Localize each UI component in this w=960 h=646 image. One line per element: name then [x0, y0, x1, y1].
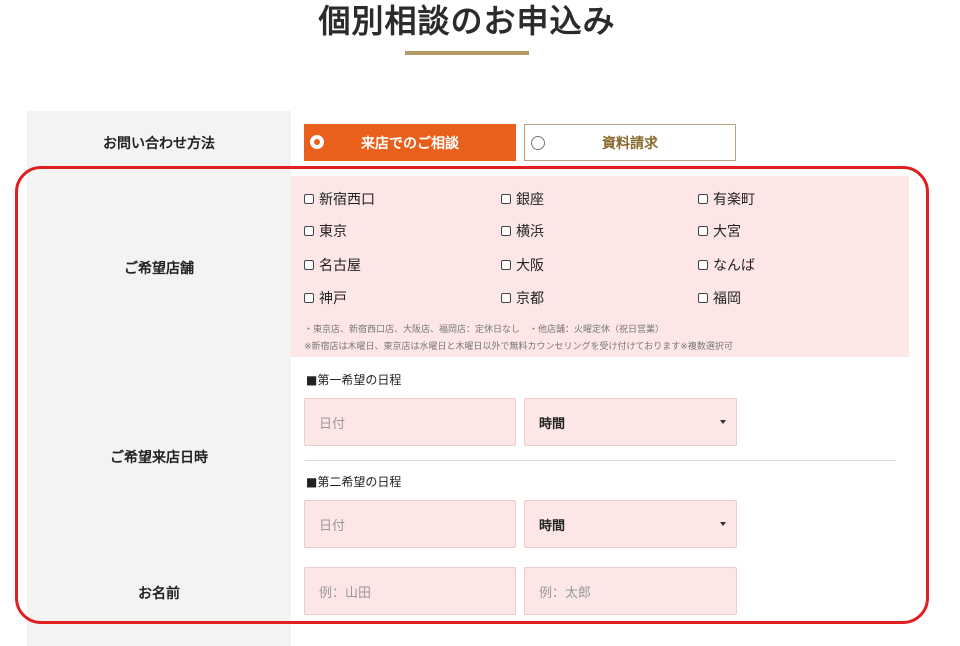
first-choice-time-select[interactable]: 時間 — [524, 398, 737, 446]
radio-unselected-icon — [531, 136, 545, 150]
second-choice-time-value: 時間 — [539, 518, 566, 534]
store-option-label: 有楽町 — [713, 192, 755, 208]
store-option-kobe[interactable]: 神戸 — [304, 288, 347, 308]
checkbox-icon — [698, 260, 708, 270]
radio-selected-icon — [310, 135, 324, 149]
store-option-osaka[interactable]: 大阪 — [501, 255, 544, 275]
request-documents-label: 資料請求 — [602, 135, 658, 152]
store-option-label: 神戸 — [319, 291, 347, 307]
checkbox-icon — [501, 293, 511, 303]
store-option-label: 横浜 — [516, 224, 544, 240]
store-option-fukuoka[interactable]: 福岡 — [698, 288, 741, 308]
checkbox-icon — [698, 293, 708, 303]
store-label: ご希望店舗 — [124, 261, 194, 277]
last-name-input[interactable]: 例：山田 — [304, 567, 516, 615]
visit-consultation-label: 来店でのご相談 — [361, 135, 459, 152]
counseling-note: ※新宿店は木曜日、東京店は水曜日と木曜日以外で無料カウンセリングを受け付けており… — [304, 342, 733, 352]
checkbox-icon — [501, 226, 511, 236]
store-option-nagoya[interactable]: 名古屋 — [304, 255, 361, 275]
dropdown-caret-icon — [720, 522, 726, 526]
datetime-divider — [305, 460, 896, 461]
second-choice-time-select[interactable]: 時間 — [524, 500, 737, 548]
first-choice-time-value: 時間 — [539, 416, 566, 432]
store-option-shinjuku-nishiguchi[interactable]: 新宿西口 — [304, 189, 375, 209]
first-choice-heading: ■第一希望の日程 — [306, 373, 402, 387]
visit-datetime-label: ご希望来店日時 — [110, 450, 208, 466]
title-underline — [405, 51, 529, 55]
store-option-kyoto[interactable]: 京都 — [501, 288, 544, 308]
page-title: 個別相談のお申込み — [318, 2, 616, 40]
checkbox-icon — [304, 260, 314, 270]
checkbox-icon — [698, 194, 708, 204]
store-option-namba[interactable]: なんば — [698, 255, 755, 275]
store-option-yurakucho[interactable]: 有楽町 — [698, 189, 755, 209]
contact-method-label: お問い合わせ方法 — [103, 136, 215, 152]
store-option-label: 東京 — [319, 224, 347, 240]
second-choice-date-input[interactable]: 日付 — [304, 500, 516, 548]
name-label: お名前 — [138, 586, 180, 602]
store-option-omiya[interactable]: 大宮 — [698, 221, 741, 241]
store-option-yokohama[interactable]: 横浜 — [501, 221, 544, 241]
checkbox-icon — [304, 194, 314, 204]
store-option-label: 福岡 — [713, 291, 741, 307]
store-option-ginza[interactable]: 銀座 — [501, 189, 544, 209]
second-choice-heading: ■第二希望の日程 — [306, 475, 402, 489]
store-option-label: 京都 — [516, 291, 544, 307]
store-option-label: 大宮 — [713, 224, 741, 240]
store-option-label: なんば — [713, 258, 755, 274]
request-documents-option[interactable]: 資料請求 — [524, 124, 736, 161]
checkbox-icon — [304, 293, 314, 303]
store-option-label: 銀座 — [516, 192, 544, 208]
store-option-label: 名古屋 — [319, 258, 361, 274]
store-option-tokyo[interactable]: 東京 — [304, 221, 347, 241]
first-choice-date-input[interactable]: 日付 — [304, 398, 516, 446]
checkbox-icon — [501, 260, 511, 270]
dropdown-caret-icon — [720, 420, 726, 424]
checkbox-icon — [304, 226, 314, 236]
first-name-input[interactable]: 例：太郎 — [524, 567, 737, 615]
label-column — [27, 111, 291, 646]
store-hours-note: ・東京店、新宿西口店、大阪店、福岡店：定休日なし ・他店舗：火曜定休（祝日営業） — [304, 325, 665, 335]
checkbox-icon — [501, 194, 511, 204]
store-option-label: 新宿西口 — [319, 192, 375, 208]
checkbox-icon — [698, 226, 708, 236]
visit-consultation-option[interactable]: 来店でのご相談 — [304, 124, 516, 161]
store-option-label: 大阪 — [516, 258, 544, 274]
